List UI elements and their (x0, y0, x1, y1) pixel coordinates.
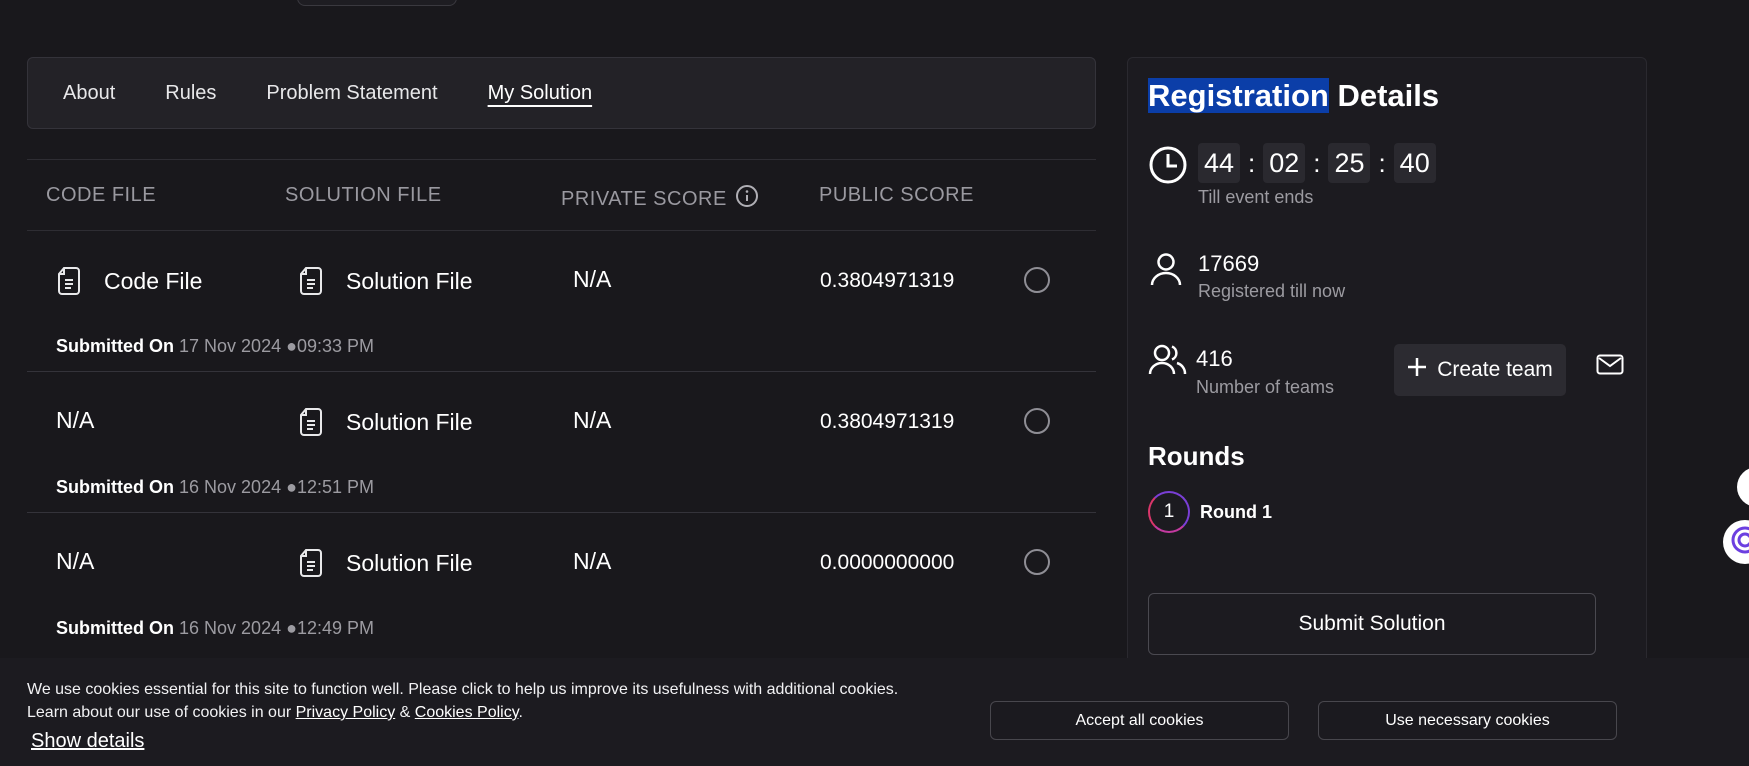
cookie-line-2-prefix: Learn about our use of cookies in our (27, 704, 296, 721)
tab-problem-statement[interactable]: Problem Statement (266, 82, 437, 105)
select-radio[interactable] (1024, 549, 1050, 575)
dot-separator: ● (286, 336, 297, 356)
table-row: Code File Solution File N/A 0.3804971319… (27, 231, 1096, 372)
dot-separator: ● (286, 618, 297, 638)
registered-count: 17669 (1198, 251, 1260, 276)
teams-label: Number of teams (1196, 377, 1335, 397)
submitted-time: 09:33 PM (296, 336, 375, 356)
submitted-date: 16 Nov 2024 (179, 477, 282, 497)
team-icon (1148, 343, 1188, 380)
solution-file-label: Solution File (346, 549, 473, 576)
timer-seconds: 40 (1393, 143, 1436, 183)
solution-file-cell[interactable]: Solution File (298, 266, 473, 296)
submissions-table: CODE FILE SOLUTION FILE PRIVATE SCORE PU… (27, 159, 1096, 654)
title-rest: Details (1328, 78, 1440, 113)
teams-count: 416 (1196, 346, 1233, 371)
code-file-label: Code File (104, 267, 203, 294)
submit-solution-button[interactable]: Submit Solution (1148, 593, 1596, 655)
header-solution-file: SOLUTION FILE (285, 184, 442, 206)
submitted-on: Submitted On 17 Nov 2024 ●09:33 PM (56, 336, 374, 357)
cookie-text: We use cookies essential for this site t… (27, 678, 898, 724)
tab-rules[interactable]: Rules (165, 82, 216, 105)
document-icon (298, 266, 324, 296)
solution-file-label: Solution File (346, 408, 473, 435)
submitted-time: 12:49 PM (296, 618, 375, 638)
timer-days: 44 (1198, 143, 1240, 183)
tab-bar: About Rules Problem Statement My Solutio… (27, 57, 1096, 129)
private-score-cell: N/A (573, 266, 612, 292)
panel-title: Registration Details (1148, 78, 1439, 114)
cookie-banner: We use cookies essential for this site t… (0, 658, 1749, 766)
submitted-date: 16 Nov 2024 (179, 618, 282, 638)
plus-icon (1407, 357, 1427, 383)
title-highlight: Registration (1148, 78, 1329, 113)
document-icon (56, 266, 82, 296)
registration-panel: Registration Details 44 : 02 : 25 : 40 T… (1127, 57, 1647, 677)
cookies-policy-link[interactable]: Cookies Policy (415, 704, 519, 721)
clock-icon (1148, 145, 1188, 190)
countdown-timer: 44 : 02 : 25 : 40 (1198, 143, 1436, 183)
header-private-score: PRIVATE SCORE (561, 184, 759, 214)
use-necessary-cookies-button[interactable]: Use necessary cookies (1318, 701, 1617, 740)
round-badge: 1 (1148, 491, 1190, 533)
timer-separator: : (1248, 147, 1256, 178)
timer-hours: 02 (1263, 143, 1306, 183)
cookie-amp: & (395, 704, 415, 721)
submitted-on: Submitted On 16 Nov 2024 ●12:49 PM (56, 618, 374, 639)
code-file-cell: N/A (56, 548, 95, 574)
user-icon (1148, 251, 1184, 292)
header-public-score: PUBLIC SCORE (819, 184, 974, 206)
create-team-button[interactable]: Create team (1394, 344, 1566, 396)
submitted-on-label: Submitted On (56, 336, 174, 356)
top-dropdown-stub[interactable] (297, 0, 457, 6)
code-file-cell[interactable]: Code File (56, 266, 202, 296)
table-header: CODE FILE SOLUTION FILE PRIVATE SCORE PU… (27, 159, 1096, 231)
submitted-time: 12:51 PM (296, 477, 375, 497)
dot-separator: ● (286, 477, 297, 497)
header-code-file: CODE FILE (46, 184, 157, 206)
show-details-link[interactable]: Show details (31, 730, 144, 753)
table-row: N/A Solution File N/A 0.0000000000 Submi… (27, 513, 1096, 654)
private-score-cell: N/A (573, 407, 612, 433)
select-radio[interactable] (1024, 267, 1050, 293)
header-private-score-label: PRIVATE SCORE (561, 187, 727, 210)
timer-label: Till event ends (1198, 187, 1314, 207)
timer-separator: : (1378, 147, 1386, 178)
cookie-line-1: We use cookies essential for this site t… (27, 681, 899, 698)
accept-all-cookies-button[interactable]: Accept all cookies (990, 701, 1289, 740)
privacy-policy-link[interactable]: Privacy Policy (296, 704, 396, 721)
floating-action-button[interactable] (1737, 467, 1749, 507)
select-radio[interactable] (1024, 408, 1050, 434)
timer-separator: : (1313, 147, 1321, 178)
table-row: N/A Solution File N/A 0.3804971319 Submi… (27, 372, 1096, 513)
registered-label: Registered till now (1198, 281, 1346, 301)
code-file-cell: N/A (56, 407, 95, 433)
info-icon[interactable] (735, 184, 759, 214)
solution-file-cell[interactable]: Solution File (298, 407, 473, 437)
chat-bot-icon (1730, 525, 1749, 560)
document-icon (298, 407, 324, 437)
cookie-line-2: Learn about our use of cookies in our Pr… (27, 701, 898, 724)
timer-minutes: 25 (1328, 143, 1371, 183)
submitted-on: Submitted On 16 Nov 2024 ●12:51 PM (56, 477, 374, 498)
chat-widget-button[interactable] (1723, 520, 1749, 564)
tab-my-solution[interactable]: My Solution (488, 82, 593, 105)
create-team-label: Create team (1437, 358, 1553, 381)
mail-icon[interactable] (1596, 354, 1624, 381)
private-score-cell: N/A (573, 548, 612, 574)
public-score-cell: 0.0000000000 (820, 551, 955, 574)
rounds-title: Rounds (1148, 441, 1245, 471)
solution-file-label: Solution File (346, 267, 473, 294)
submitted-on-label: Submitted On (56, 618, 174, 638)
round-name[interactable]: Round 1 (1200, 502, 1272, 523)
solution-file-cell[interactable]: Solution File (298, 548, 473, 578)
public-score-cell: 0.3804971319 (820, 269, 955, 292)
tab-about[interactable]: About (63, 82, 115, 105)
public-score-cell: 0.3804971319 (820, 410, 955, 433)
cookie-period: . (518, 704, 523, 721)
submitted-on-label: Submitted On (56, 477, 174, 497)
document-icon (298, 548, 324, 578)
submitted-date: 17 Nov 2024 (179, 336, 282, 356)
